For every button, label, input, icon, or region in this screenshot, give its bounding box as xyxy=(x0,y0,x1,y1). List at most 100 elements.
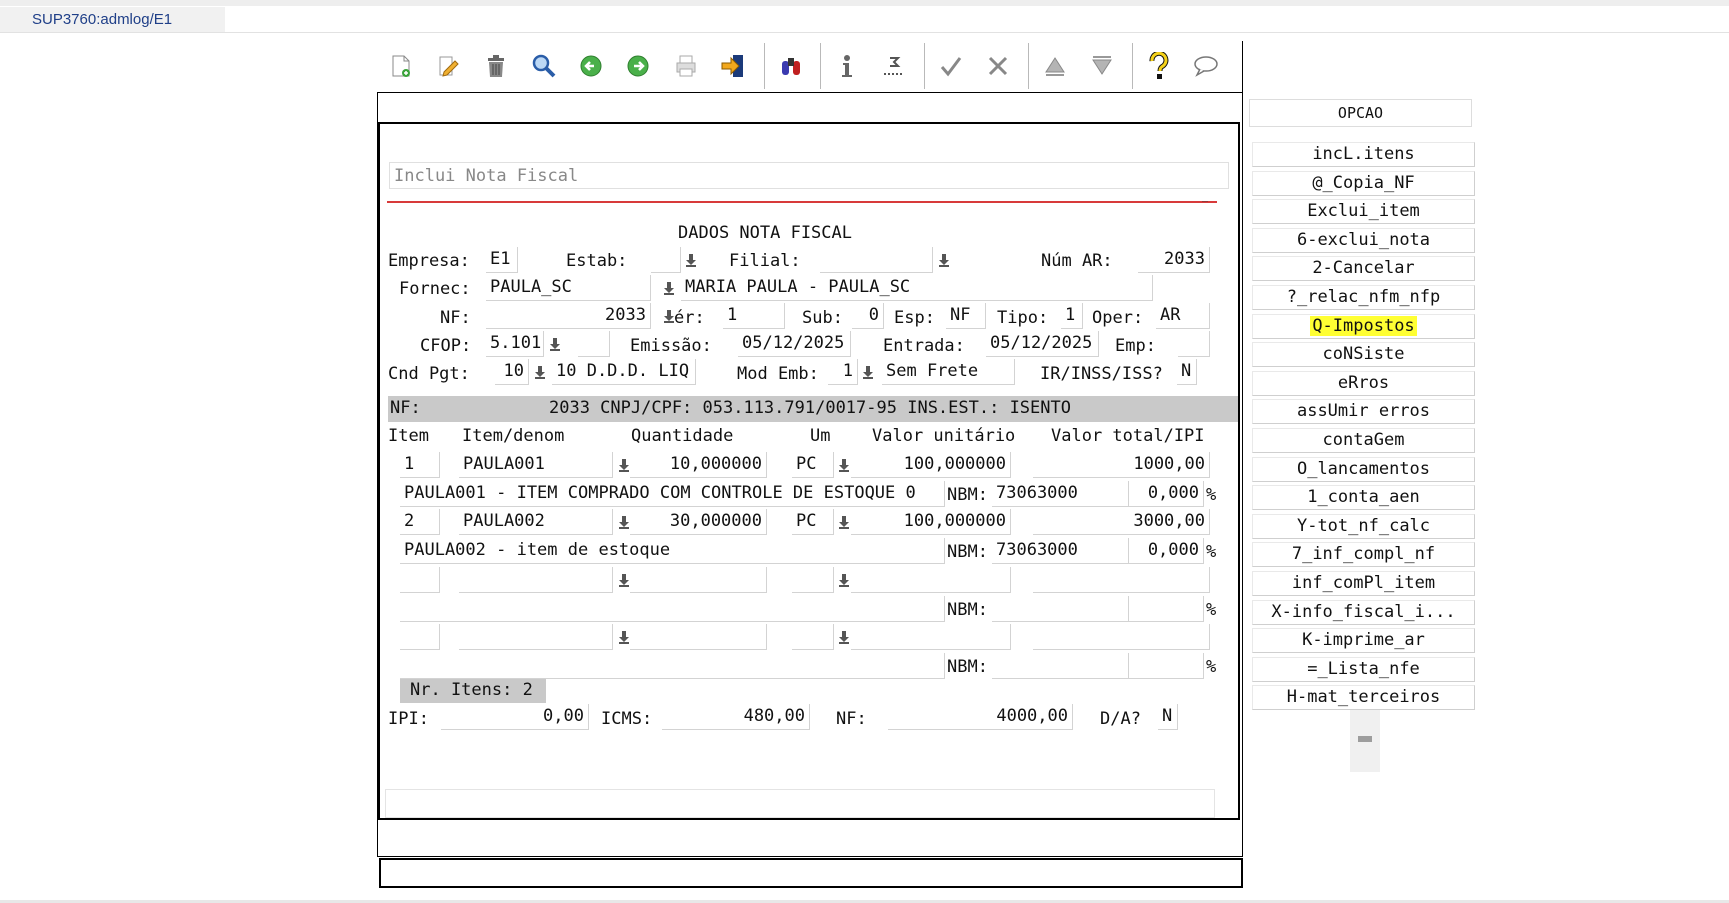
emissao-field[interactable]: 05/12/2025 xyxy=(738,331,851,357)
opcao-item-y-tot-nf-calc[interactable]: Y-tot_nf_calc xyxy=(1252,513,1475,539)
dropdown-arrow-icon[interactable] xyxy=(836,570,852,590)
next-icon[interactable] xyxy=(621,49,655,83)
mod-emb-field[interactable]: 1 xyxy=(828,359,858,385)
opcao-item-o-lancamentos[interactable]: O_lancamentos xyxy=(1252,456,1475,482)
opcao-item-h-mat-terceiros[interactable]: H-mat_terceiros xyxy=(1252,685,1475,711)
opcao-item-6-exclui-nota[interactable]: 6-exclui_nota xyxy=(1252,227,1475,253)
item-nbm-field[interactable]: 73063000 xyxy=(992,538,1129,564)
edit-icon[interactable] xyxy=(431,49,465,83)
sum-icon[interactable] xyxy=(877,49,911,83)
oper-field[interactable]: AR xyxy=(1156,303,1210,329)
icms-total-field[interactable]: 480,00 xyxy=(662,704,810,730)
num-ar-field[interactable]: 2033 xyxy=(1138,247,1210,273)
cfop-extra-field[interactable] xyxy=(578,331,610,357)
dropdown-arrow-icon[interactable] xyxy=(860,362,876,382)
item-um-field[interactable] xyxy=(792,567,834,593)
opcao-item-assumir-erros[interactable]: assUmir erros xyxy=(1252,399,1475,425)
confirm-check-icon[interactable] xyxy=(934,49,968,83)
ser-field[interactable]: 1 xyxy=(723,303,785,329)
item-number-field[interactable] xyxy=(400,624,440,650)
item-um-field[interactable]: PC xyxy=(792,509,834,535)
ir-inss-iss-field[interactable]: N xyxy=(1177,359,1197,385)
opcao-item-erros[interactable]: eRros xyxy=(1252,370,1475,396)
cancel-x-icon[interactable] xyxy=(981,49,1015,83)
up-triangle-icon[interactable] xyxy=(1038,49,1072,83)
dropdown-arrow-icon[interactable] xyxy=(661,278,677,298)
search-icon[interactable] xyxy=(527,49,561,83)
scrollbar[interactable] xyxy=(1350,710,1380,772)
item-description-field[interactable]: PAULA002 - item de estoque xyxy=(400,538,945,564)
mod-emb-desc-field[interactable]: Sem Frete xyxy=(882,359,1015,385)
form-title-field[interactable]: Inclui Nota Fiscal xyxy=(389,162,1229,189)
item-code-field[interactable] xyxy=(459,567,613,593)
binoculars-icon[interactable] xyxy=(774,49,808,83)
item-unit-value-field[interactable]: 100,000000 xyxy=(851,509,1011,535)
opcao-item-copia-nf[interactable]: @_Copia_NF xyxy=(1252,170,1475,196)
command-line-field[interactable] xyxy=(379,858,1243,888)
item-code-field[interactable]: PAULA002 xyxy=(459,509,613,535)
opcao-item-contagem[interactable]: contaGem xyxy=(1252,428,1475,453)
item-description-field[interactable] xyxy=(400,653,945,679)
nf-total-field[interactable]: 4000,00 xyxy=(888,704,1073,730)
dropdown-arrow-icon[interactable] xyxy=(683,250,699,270)
dropdown-arrow-icon[interactable] xyxy=(836,627,852,647)
item-number-field[interactable] xyxy=(400,567,440,593)
down-triangle-icon[interactable] xyxy=(1085,49,1119,83)
opcao-item-relac-nfm-nfp[interactable]: ?_relac_nfm_nfp xyxy=(1252,285,1475,310)
item-ipi-pct-field[interactable]: 0,000 xyxy=(1129,538,1204,564)
item-unit-value-field[interactable]: 100,000000 xyxy=(851,452,1011,478)
opcao-item-2-cancelar[interactable]: 2-Cancelar xyxy=(1252,256,1475,282)
cnd-pgt-field[interactable]: 10 xyxy=(495,359,529,385)
item-total-value-field[interactable]: 3000,00 xyxy=(1033,509,1210,535)
previous-icon[interactable] xyxy=(574,49,608,83)
opcao-item-exclui-item[interactable]: Exclui_item xyxy=(1252,199,1475,225)
item-um-field[interactable]: PC xyxy=(792,452,834,478)
item-number-field[interactable]: 1 xyxy=(400,452,440,478)
opcao-item-lista-nfe[interactable]: =_Lista_nfe xyxy=(1252,656,1475,682)
item-code-field[interactable] xyxy=(459,624,613,650)
new-document-icon[interactable] xyxy=(384,49,418,83)
item-total-value-field[interactable]: 1000,00 xyxy=(1033,452,1210,478)
comment-icon[interactable] xyxy=(1189,49,1223,83)
emp-field[interactable] xyxy=(1178,331,1210,357)
item-quantity-field[interactable] xyxy=(630,567,767,593)
scrollbar-thumb[interactable] xyxy=(1358,736,1372,742)
item-code-field[interactable]: PAULA001 xyxy=(459,452,613,478)
item-description-field[interactable]: PAULA001 - ITEM COMPRADO COM CONTROLE DE… xyxy=(400,481,945,507)
item-nbm-field[interactable]: 73063000 xyxy=(992,481,1129,507)
item-ipi-pct-field[interactable] xyxy=(1129,653,1204,679)
item-quantity-field[interactable]: 30,000000 xyxy=(630,509,767,535)
dropdown-arrow-icon[interactable] xyxy=(836,455,852,475)
item-unit-value-field[interactable] xyxy=(851,567,1011,593)
delete-trash-icon[interactable] xyxy=(479,49,513,83)
item-total-value-field[interactable] xyxy=(1033,567,1210,593)
item-quantity-field[interactable] xyxy=(630,624,767,650)
dropdown-arrow-icon[interactable] xyxy=(836,512,852,532)
item-description-field[interactable] xyxy=(400,596,945,622)
help-icon[interactable] xyxy=(1142,49,1176,83)
ipi-total-field[interactable]: 0,00 xyxy=(441,704,589,730)
item-ipi-pct-field[interactable] xyxy=(1129,596,1204,622)
da-field[interactable]: N xyxy=(1158,704,1178,730)
cfop-field[interactable]: 5.101 xyxy=(486,331,544,357)
filial-field[interactable] xyxy=(820,247,933,273)
opcao-item-q-impostos[interactable]: Q-Impostos xyxy=(1252,313,1475,339)
dropdown-arrow-icon[interactable] xyxy=(936,250,952,270)
item-number-field[interactable]: 2 xyxy=(400,509,440,535)
cnd-pgt-desc-field[interactable]: 10 D.D.D. LIQ xyxy=(552,359,696,385)
export-icon[interactable] xyxy=(716,49,750,83)
opcao-item-consiste[interactable]: coNSiste xyxy=(1252,342,1475,368)
fornec-name-field[interactable]: MARIA PAULA - PAULA_SC xyxy=(681,275,1153,301)
nf-field[interactable]: 2033 xyxy=(486,303,651,329)
item-unit-value-field[interactable] xyxy=(851,624,1011,650)
dropdown-arrow-icon[interactable] xyxy=(547,334,563,354)
item-nbm-field[interactable] xyxy=(992,596,1129,622)
empresa-field[interactable]: E1 xyxy=(486,247,518,273)
tipo-field[interactable]: 1 xyxy=(1061,303,1083,329)
entrada-field[interactable]: 05/12/2025 xyxy=(986,331,1099,357)
esp-field[interactable]: NF xyxy=(946,303,986,329)
fornec-code-field[interactable]: PAULA_SC xyxy=(486,275,651,301)
print-icon[interactable] xyxy=(669,49,703,83)
estab-field[interactable] xyxy=(651,247,681,273)
sub-field[interactable]: 0 xyxy=(852,303,884,329)
